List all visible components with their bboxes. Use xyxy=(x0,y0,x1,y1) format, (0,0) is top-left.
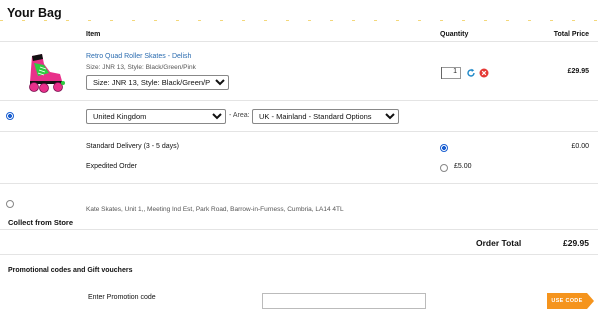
delivery-divider xyxy=(0,131,598,132)
zone-select[interactable]: UK - Mainland - Standard Options xyxy=(252,109,399,124)
remove-icon[interactable] xyxy=(479,68,489,78)
header-row-divider xyxy=(0,41,598,42)
shipping-option-label: Expedited Order xyxy=(86,163,137,170)
line-total-price: £29.95 xyxy=(567,68,589,75)
column-header-item: Item xyxy=(86,31,101,38)
product-meta: Size: JNR 13, Style: Black/Green/Pink xyxy=(86,64,196,71)
shipping-divider xyxy=(0,183,598,184)
page-title: Your Bag xyxy=(7,6,62,20)
promo-code-label: Enter Promotion code xyxy=(88,294,156,301)
promo-code-input[interactable] xyxy=(262,293,426,309)
column-header-total-price: Total Price xyxy=(553,31,589,38)
order-total-value: £29.95 xyxy=(563,238,589,248)
shipping-option-radio[interactable] xyxy=(440,164,448,172)
delivery-radio[interactable] xyxy=(6,112,14,120)
quantity-input-edge xyxy=(441,67,442,79)
shipping-option-label: Standard Delivery (3 - 5 days) xyxy=(86,143,179,150)
country-select[interactable]: United Kingdom xyxy=(86,109,226,124)
shipping-option-price: £0.00 xyxy=(571,143,589,150)
roller-skate-icon[interactable] xyxy=(20,50,70,96)
product-name-link[interactable]: Retro Quad Roller Skates - Delish xyxy=(86,53,191,60)
collect-divider xyxy=(0,229,598,230)
promo-heading: Promotional codes and Gift vouchers xyxy=(8,267,133,274)
product-row-divider xyxy=(0,100,598,101)
order-total-label: Order Total xyxy=(476,238,522,248)
collect-from-store-label: Collect from Store xyxy=(8,218,74,227)
shipping-option-price: £5.00 xyxy=(454,163,472,170)
use-code-button-arrow xyxy=(587,293,594,309)
column-header-quantity: Quantity xyxy=(440,31,469,38)
total-divider xyxy=(0,254,598,255)
use-code-button[interactable]: USE CODE xyxy=(547,293,587,309)
quantity-input[interactable]: 1 xyxy=(441,67,461,79)
area-label: - Area: xyxy=(229,112,250,119)
store-address: Kate Skates, Unit 1,, Meeting Ind Est, P… xyxy=(86,206,344,213)
header-divider xyxy=(0,20,598,21)
collect-radio[interactable] xyxy=(6,200,14,208)
refresh-icon[interactable] xyxy=(466,68,476,78)
shipping-option-radio[interactable] xyxy=(440,144,448,152)
variant-select[interactable]: Size: JNR 13, Style: Black/Green/Pink xyxy=(86,75,229,90)
